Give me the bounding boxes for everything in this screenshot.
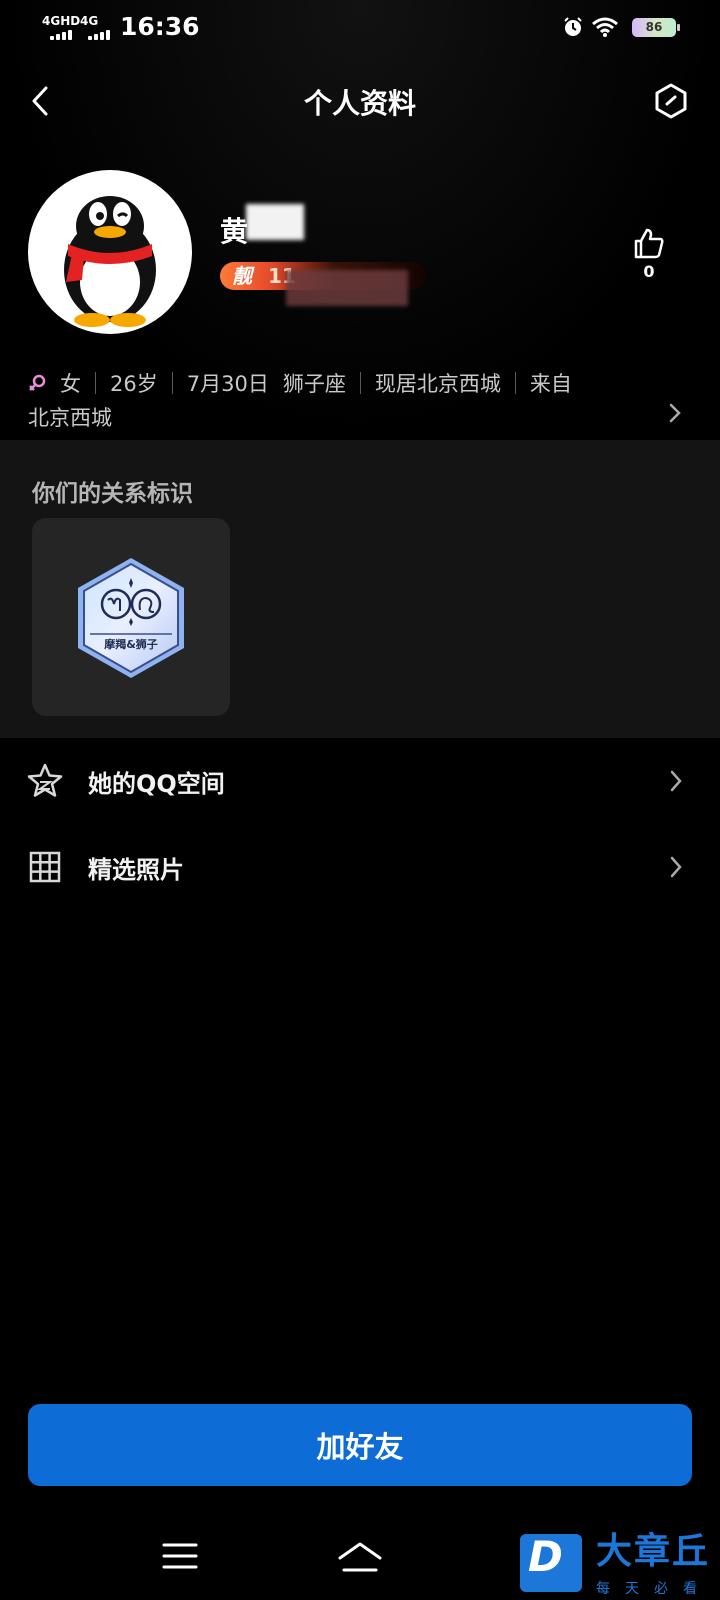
add-friend-button[interactable]: 加好友: [28, 1404, 692, 1486]
page-title: 个人资料: [303, 87, 416, 120]
signal-label-2: 4G: [80, 14, 99, 28]
qq-penguin-icon: [64, 196, 156, 327]
battery-indicator: 86: [632, 18, 680, 37]
home-icon[interactable]: [336, 1540, 384, 1574]
star-icon: [27, 763, 63, 797]
watermark-title: 大章丘: [596, 1531, 711, 1572]
zodiac-pair-badge-icon: 摩羯&狮子: [78, 558, 184, 678]
residence-text: 现居北京西城: [374, 372, 501, 396]
watermark-logo-letter: D: [528, 1532, 563, 1581]
like-count: 0: [643, 262, 655, 281]
chevron-right-icon[interactable]: [666, 402, 684, 424]
watermark-subtitle: 每天必看: [596, 1581, 712, 1597]
menu-label-photos: 精选照片: [88, 856, 184, 884]
profile-name: 黄: [220, 215, 249, 248]
name-redaction: [246, 204, 304, 240]
divider: [514, 372, 516, 394]
origin-prefix-text: 来自: [529, 372, 572, 396]
zodiac-text: 狮子座: [282, 372, 346, 396]
zodiac-pair-label: 摩羯&狮子: [104, 637, 158, 651]
gender-text: 女: [60, 372, 81, 396]
menu-row-qzone[interactable]: 她的QQ空间: [0, 738, 720, 824]
number-redaction: [286, 270, 408, 306]
female-icon: [29, 374, 46, 391]
wifi-icon: [592, 17, 618, 37]
birthday-text: 7月30日: [186, 372, 269, 396]
chevron-right-icon: [670, 856, 682, 878]
signal-bars-2-icon: [88, 30, 110, 40]
profile-info-line[interactable]: 女 26岁 7月30日 狮子座 现居北京西城 来自: [28, 368, 572, 398]
menu-icon[interactable]: [162, 1542, 198, 1570]
thumbs-up-icon[interactable]: [632, 226, 666, 260]
divider: [359, 372, 361, 394]
origin-place-text: 北京西城: [28, 406, 112, 430]
signal-label-1: 4GHD: [42, 14, 81, 28]
signal-bars-1-icon: [50, 30, 72, 40]
chevron-right-icon: [670, 770, 682, 792]
menu-row-photos[interactable]: 精选照片: [0, 824, 720, 910]
relation-title: 你们的关系标识: [32, 481, 193, 507]
divider: [95, 372, 96, 394]
alarm-icon: [564, 17, 582, 36]
avatar[interactable]: [28, 170, 192, 334]
menu-label-qzone: 她的QQ空间: [88, 770, 225, 798]
grid-icon: [29, 851, 61, 883]
status-time: 16:36: [120, 12, 200, 41]
status-bar: 4GHD 4G 16:36 86: [0, 0, 720, 54]
age-text: 26岁: [110, 372, 158, 396]
settings-hexagon-icon[interactable]: [652, 82, 690, 120]
divider: [171, 372, 173, 394]
badge-label: 靓: [232, 264, 252, 288]
